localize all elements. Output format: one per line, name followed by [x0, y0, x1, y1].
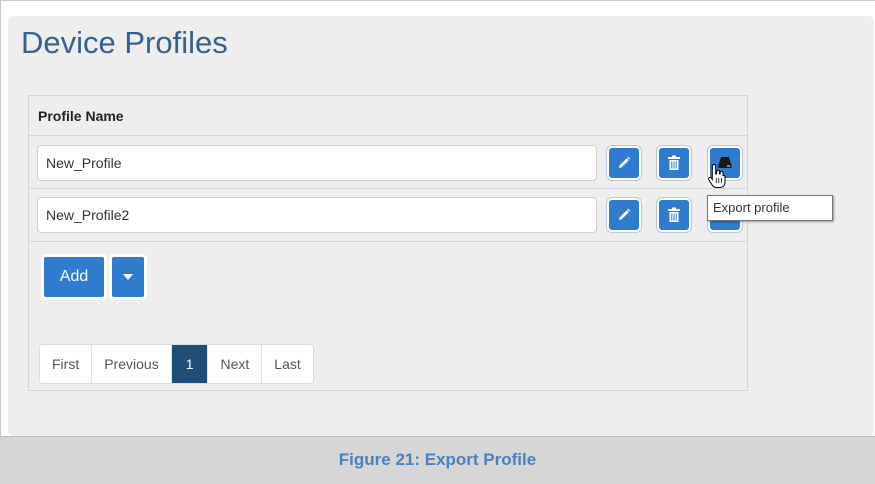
export-profile-tooltip: Export profile — [707, 195, 833, 221]
figure-caption: Figure 21: Export Profile — [0, 436, 875, 484]
column-header-profile-name: Profile Name — [38, 108, 124, 124]
page-previous[interactable]: Previous — [92, 345, 172, 383]
edit-profile-button[interactable] — [607, 198, 641, 232]
frame-top-border — [0, 0, 875, 1]
profiles-table: Profile Name New_Profile New_Profile2 Ad… — [28, 95, 748, 391]
delete-profile-button[interactable] — [657, 198, 691, 232]
table-header: Profile Name — [29, 96, 747, 136]
frame-left-border — [0, 0, 1, 484]
page-number-current[interactable]: 1 — [171, 345, 209, 383]
profile-name-input[interactable]: New_Profile2 — [37, 197, 597, 233]
profile-name-input[interactable]: New_Profile — [37, 145, 597, 181]
delete-profile-button[interactable] — [657, 146, 691, 180]
edit-profile-button[interactable] — [607, 146, 641, 180]
table-row: New_Profile2 — [29, 189, 747, 242]
add-dropdown-toggle[interactable] — [109, 254, 147, 300]
trash-icon — [668, 155, 680, 170]
table-row: New_Profile — [29, 136, 747, 189]
hand-pointer-icon — [708, 163, 726, 188]
page-last[interactable]: Last — [262, 345, 313, 383]
add-button[interactable]: Add — [41, 254, 107, 300]
page-next[interactable]: Next — [208, 345, 263, 383]
pagination: First Previous 1 Next Last — [39, 344, 314, 384]
device-profiles-panel: Device Profiles Profile Name New_Profile — [8, 16, 874, 436]
caret-down-icon — [123, 274, 133, 280]
edit-icon — [619, 208, 631, 220]
trash-icon — [668, 207, 680, 222]
page-first[interactable]: First — [40, 345, 93, 383]
edit-icon — [619, 156, 631, 168]
page-title: Device Profiles — [21, 25, 228, 60]
